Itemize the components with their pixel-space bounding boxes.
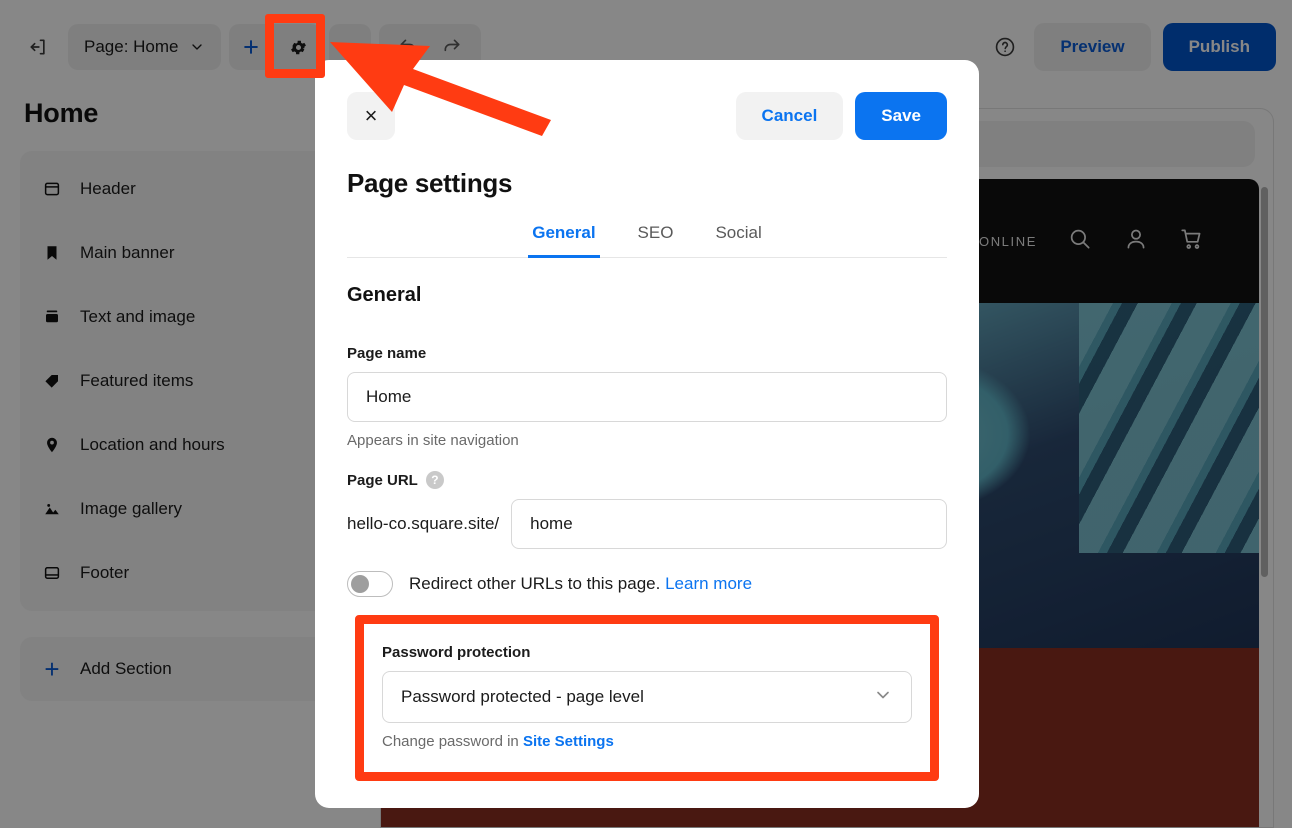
- password-protection-select[interactable]: Password protected - page level: [382, 671, 912, 723]
- learn-more-link[interactable]: Learn more: [665, 574, 752, 593]
- modal-tabs: General SEO Social: [347, 215, 947, 258]
- page-settings-modal: × Cancel Save Page settings General SEO …: [315, 60, 979, 808]
- password-protection-selected-value: Password protected - page level: [401, 687, 644, 706]
- page-url-label: Page URL ?: [347, 471, 947, 489]
- page-name-input[interactable]: [347, 372, 947, 422]
- page-name-field-group: Page name Appears in site navigation: [347, 345, 947, 449]
- tab-social[interactable]: Social: [711, 215, 765, 258]
- general-section-heading: General: [347, 284, 422, 306]
- password-protection-footer: Change password in Site Settings: [382, 733, 912, 750]
- redirect-toggle-text: Redirect other URLs to this page. Learn …: [409, 574, 752, 594]
- cancel-button[interactable]: Cancel: [735, 92, 844, 140]
- modal-header-actions: Cancel Save: [735, 92, 947, 140]
- password-protection-label: Password protection: [382, 644, 531, 661]
- page-name-label: Page name: [347, 345, 427, 362]
- save-button[interactable]: Save: [855, 92, 947, 140]
- redirect-label: Redirect other URLs to this page.: [409, 574, 661, 593]
- modal-body: General Page name Appears in site naviga…: [315, 258, 979, 781]
- help-circle-icon[interactable]: ?: [425, 471, 444, 489]
- page-name-hint: Appears in site navigation: [347, 432, 519, 449]
- page-url-prefix: hello-co.square.site/: [347, 514, 500, 533]
- page-url-label-text: Page URL: [347, 471, 418, 489]
- change-password-text: Change password in: [382, 733, 519, 750]
- modal-header: × Cancel Save: [315, 60, 979, 140]
- toggle-knob: [351, 575, 369, 593]
- page-url-slug-input[interactable]: [511, 499, 947, 549]
- page-url-row: hello-co.square.site/: [347, 499, 947, 549]
- chevron-down-icon: [873, 685, 893, 710]
- password-protection-highlight: Password protection Password protected -…: [355, 615, 939, 781]
- site-settings-link[interactable]: Site Settings: [523, 733, 614, 750]
- app-root: Page: Home Preview Publish Home Header M…: [0, 0, 1292, 828]
- redirect-toggle[interactable]: [347, 571, 393, 597]
- tab-general[interactable]: General: [528, 215, 600, 258]
- page-url-field-group: Page URL ? hello-co.square.site/: [347, 471, 947, 549]
- redirect-toggle-row: Redirect other URLs to this page. Learn …: [347, 571, 947, 597]
- tab-seo[interactable]: SEO: [634, 215, 678, 258]
- modal-title: Page settings: [347, 168, 513, 198]
- close-button[interactable]: ×: [347, 92, 395, 140]
